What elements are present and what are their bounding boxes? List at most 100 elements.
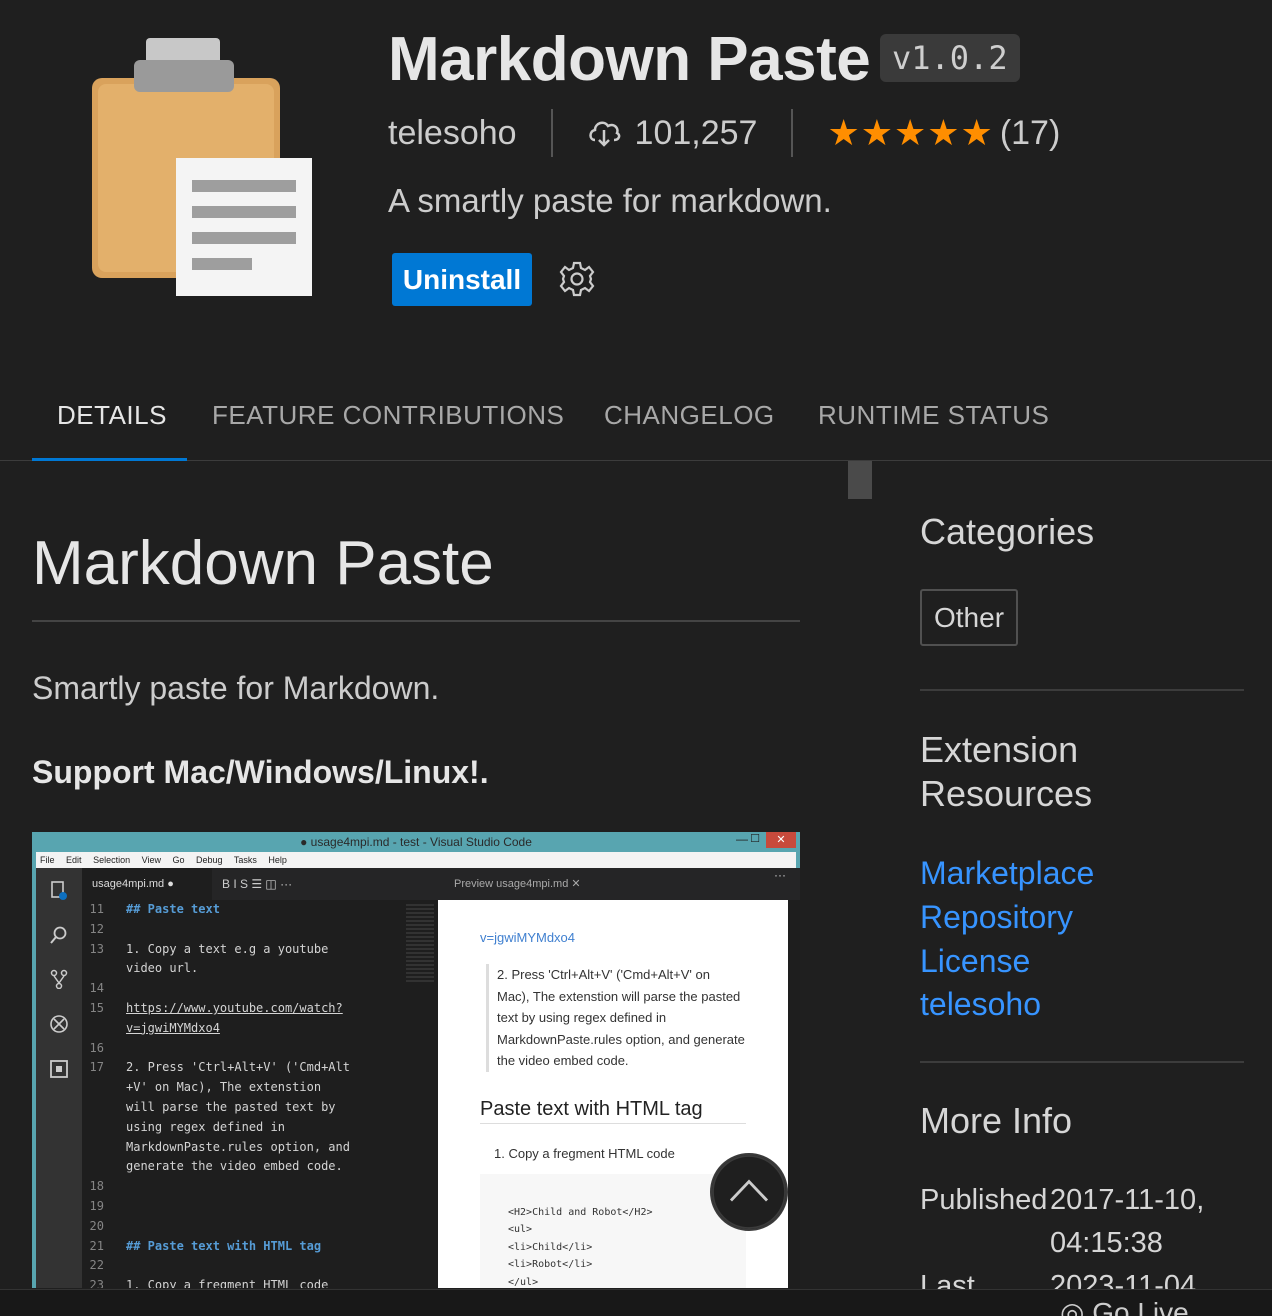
code-text: 1. Copy a text e.g a youtube [126,941,329,956]
editor-pane: usage4mpi.md ● B I S ☰ ◫ ··· 11 ## Paste … [82,868,488,1288]
line-number [82,1019,126,1039]
divider [920,689,1244,691]
code-line: MarkdownPaste.rules option, and [82,1138,438,1158]
source-control-icon [50,969,68,989]
extension-title: Markdown Paste [388,25,871,94]
published-label: Published [920,1184,1048,1216]
preview-heading: Paste text with HTML tag [480,1098,746,1124]
code-text: MarkdownPaste.rules option, and [126,1139,350,1154]
code-line: v=jgwiMYMdxo4 [82,1019,438,1039]
divider [550,109,553,157]
tab-changelog[interactable]: CHANGELOG [604,400,775,431]
install-count: 101,257 [634,113,758,152]
line-number: 15 [89,1000,104,1015]
publisher-resource-link[interactable]: telesoho [920,982,1041,1026]
cloud-download-icon [588,121,620,147]
line-number: 13 [89,941,104,956]
line-number: 21 [89,1238,104,1253]
code-line: 16 [82,1039,438,1059]
code-line: +V' on Mac), The extenstion [82,1078,438,1098]
divider [32,620,800,622]
code-text: ## Paste text [126,902,220,916]
broadcast-icon: ◎ [1060,1297,1085,1316]
code-text: ## Paste text with HTML tag [126,1238,322,1253]
content-scrollbar-thumb[interactable] [848,461,872,499]
line-number: 14 [89,981,104,996]
line-number [82,959,126,979]
extension-details-page: Markdown Paste v1.0.2 telesoho 101,257 ★… [0,0,1272,1316]
preview-code-line: <ul> [508,1224,533,1236]
menu-item: File [40,855,55,865]
menu-bar: File Edit Selection View Go Debug Tasks … [36,852,796,868]
extension-meta-row: telesoho 101,257 ★★★★★ (17) [388,106,1060,160]
preview-code-line: </ul> [508,1276,539,1288]
preview-list-item: 1. Copy a fregment HTML code [494,1146,675,1161]
tab-runtime-status[interactable]: RUNTIME STATUS [818,400,1049,431]
tab-details[interactable]: DETAILS [57,400,167,431]
rating-count[interactable]: (17) [1000,114,1060,153]
preview-code-block: <H2>Child and Robot</H2> <ul> <li>Child</l… [480,1174,746,1288]
code-line: 21 ## Paste text with HTML tag [82,1237,438,1257]
menu-item: Selection [93,855,131,865]
close-icon: ✕ [766,832,796,848]
code-line: 17 2. Press 'Ctrl+Alt+V' ('Cmd+Alt [82,1058,438,1078]
clipboard-icon [92,38,312,296]
version-badge: v1.0.2 [880,34,1020,82]
uninstall-button[interactable]: Uninstall [392,253,532,306]
preview-code-line: <H2>Child and Robot</H2> [508,1207,653,1218]
menu-item: Go [172,855,185,865]
preview-link: v=jgwiMYMdxo4 [480,930,576,945]
gear-icon[interactable] [558,260,596,298]
editor-tab: usage4mpi.md ● [82,868,212,900]
license-link[interactable]: License [920,939,1030,983]
code-line: video url. [82,959,438,979]
go-live-label: Go Live [1092,1297,1189,1316]
readme-screenshot: ● usage4mpi.md - test - Visual Studio Co… [32,832,800,1288]
menu-item: Debug [196,855,223,865]
code-text: 1. Copy a fregment HTML code [126,1278,329,1288]
line-number [82,1078,126,1098]
preview-tab: Preview usage4mpi.md ✕ [438,868,800,900]
repository-link[interactable]: Repository [920,895,1073,939]
go-live-button[interactable]: ◎ Go Live [1060,1296,1189,1316]
categories-heading: Categories [920,511,1095,552]
more-info-heading: More Info [920,1100,1073,1141]
line-number: 19 [89,1198,104,1213]
editor-tab-label: usage4mpi.md [92,878,165,890]
code-line: using regex defined in [82,1118,438,1138]
menu-item: Help [268,855,287,865]
code-line: 18 [82,1177,438,1197]
line-number: 17 [89,1060,104,1075]
line-number [82,1157,126,1177]
rating-stars[interactable]: ★★★★★ [827,112,993,154]
line-number: 12 [89,921,104,936]
code-text: video url. [126,961,199,976]
marketplace-link[interactable]: Marketplace [920,851,1094,895]
publisher-link[interactable]: telesoho [388,114,517,153]
code-line: 15 https://www.youtube.com/watch? [82,999,438,1019]
code-line: 12 [82,920,438,940]
extension-description: A smartly paste for markdown. [388,182,832,219]
more-icon: ··· [774,868,786,882]
preview-scrollbar [788,900,800,1288]
tab-feature-contributions[interactable]: FEATURE CONTRIBUTIONS [212,400,564,431]
published-date: 2017-11-10, [1050,1184,1205,1216]
code-line: 11 ## Paste text [82,900,438,920]
files-icon [51,881,67,900]
scroll-to-top-button[interactable] [710,1153,788,1231]
divider [920,1061,1244,1063]
line-number: 22 [89,1258,104,1273]
readme-support: Support Mac/Windows/Linux!. [32,754,489,790]
divider [791,109,794,157]
code-text: +V' on Mac), The extenstion [126,1080,322,1095]
line-number: 11 [89,902,104,916]
menu-item: View [141,855,161,865]
category-tag[interactable]: Other [920,589,1018,646]
activity-bar [36,868,82,1288]
code-text: v=jgwiMYMdxo4 [126,1020,220,1035]
code-line: 19 [82,1197,438,1217]
active-tab-indicator [32,458,187,461]
preview-code-line: <li>Child</li> [508,1241,593,1253]
code-line: generate the video embed code. [82,1157,438,1177]
code-line: 23 1. Copy a fregment HTML code [82,1276,438,1288]
